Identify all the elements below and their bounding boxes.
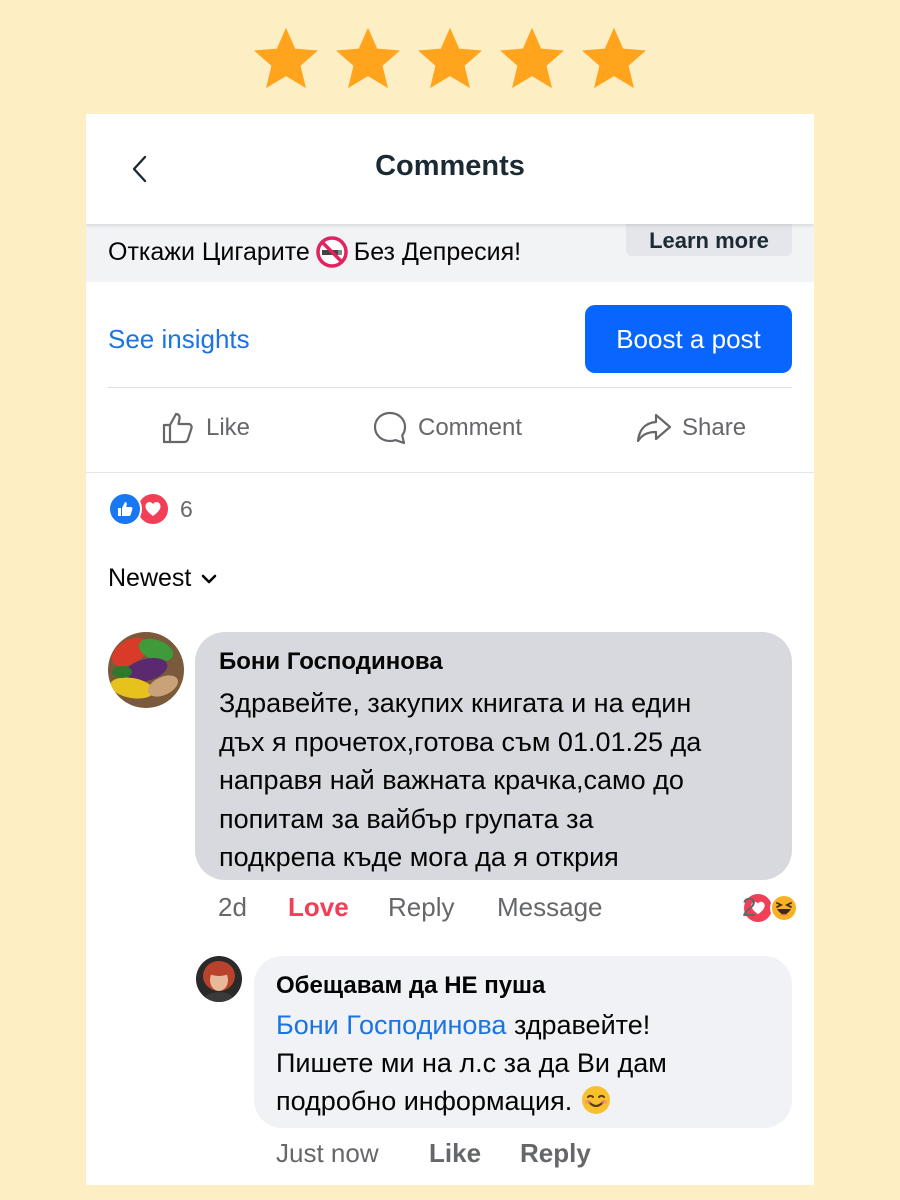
like-button[interactable]: Like: [429, 1138, 481, 1169]
share-icon: [636, 413, 672, 443]
promo-text-before: Откажи Цигарите: [108, 237, 310, 266]
comment-text: Бони Господинова здравейте! Пишете ми на…: [276, 1006, 776, 1120]
boost-post-button[interactable]: Boost a post: [585, 305, 792, 373]
reply-button[interactable]: Reply: [388, 892, 454, 923]
star-icon: [254, 27, 318, 89]
page-title: Comments: [375, 150, 525, 182]
reply-bubble[interactable]: Обещавам да НЕ пуша Бони Господинова здр…: [254, 956, 792, 1128]
avatar[interactable]: [108, 632, 184, 708]
message-button[interactable]: Message: [497, 892, 603, 923]
comment-line: попитам за вайбър групата за: [219, 803, 594, 834]
star-icon: [582, 27, 646, 89]
divider: [86, 472, 814, 473]
comment-line: подкрепа къде мога да я открия: [219, 842, 619, 872]
comment-icon: [373, 411, 407, 445]
comment-line: дъх я прочетох,готова съм 01.01.25 да: [219, 726, 702, 757]
comment-line: подробно информация.: [276, 1082, 776, 1120]
comment-line-text: подробно информация.: [276, 1086, 573, 1116]
thumbs-up-icon: [162, 412, 193, 444]
comment-line: Здравейте, закупих книгата и на един: [219, 688, 692, 718]
comment-line-rest: здравейте!: [506, 1010, 651, 1040]
comment-author[interactable]: Обещавам да НЕ пуша: [276, 972, 545, 1000]
sort-dropdown[interactable]: Newest: [108, 564, 219, 593]
post-actions: Like Comment Share: [86, 410, 814, 452]
comment-reaction-count: 2: [742, 892, 757, 922]
sort-label: Newest: [108, 564, 192, 592]
divider: [108, 387, 792, 388]
comment-line: Бони Господинова здравейте!: [276, 1006, 776, 1044]
comment-author[interactable]: Бони Господинова: [219, 648, 443, 676]
top-bar: Comments: [86, 114, 814, 224]
comment-line: направя най важната крачка,само до: [219, 765, 684, 795]
share-label: Share: [682, 414, 747, 441]
comment-line: Пишете ми на л.с за да Ви дам: [276, 1048, 667, 1078]
chevron-down-icon: [202, 574, 217, 583]
comment-bubble[interactable]: Бони Господинова Здравейте, закупих книг…: [195, 632, 792, 880]
love-reaction-button[interactable]: Love: [288, 892, 349, 923]
star-icon: [500, 27, 564, 89]
no-smoking-icon: [316, 236, 348, 268]
comment-text: Здравейте, закупих книгата и на един дъх…: [219, 684, 779, 877]
mention-link[interactable]: Бони Господинова: [276, 1010, 506, 1040]
reaction-count: 6: [180, 495, 193, 522]
star-icon: [336, 27, 400, 89]
avatar[interactable]: [196, 956, 242, 1002]
like-action[interactable]: Like: [160, 410, 250, 446]
comment-meta: 2d Love Reply Message 2: [218, 892, 798, 926]
reply-button[interactable]: Reply: [520, 1138, 591, 1169]
comment-time[interactable]: 2d: [218, 892, 247, 923]
star-icon: [418, 27, 482, 89]
comment-meta: Just now Like Reply: [276, 1138, 676, 1172]
see-insights-link[interactable]: See insights: [108, 324, 250, 355]
haha-reaction-icon: [770, 894, 798, 922]
promo-text-after: Без Депресия!: [353, 237, 522, 266]
comment-label: Comment: [418, 414, 523, 441]
comment-action[interactable]: Comment: [372, 410, 522, 446]
comments-screen: Comments Откажи Цигарите Без Депресия! L…: [86, 114, 814, 1185]
star-rating: [0, 22, 900, 98]
smiling-face-icon: [581, 1086, 610, 1114]
like-reaction-icon: [108, 492, 142, 526]
comment-time[interactable]: Just now: [276, 1138, 379, 1169]
promo-text: Откажи Цигарите Без Депресия!: [108, 236, 521, 268]
reaction-summary[interactable]: 6: [108, 492, 193, 526]
share-action[interactable]: Share: [636, 410, 746, 446]
comment-reactions[interactable]: 2: [742, 892, 798, 924]
like-label: Like: [206, 414, 251, 441]
